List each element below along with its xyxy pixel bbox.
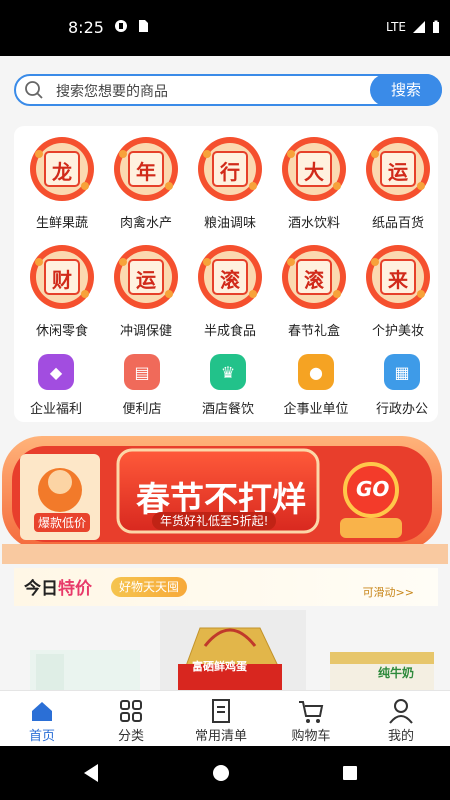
- product-strip: 富硒鲜鸡蛋 纯牛奶: [0, 606, 450, 690]
- category-label: 春节礼盒: [287, 324, 340, 339]
- category-label: 冲调保健: [119, 324, 172, 339]
- product-label-eggs: 富硒鲜鸡蛋: [192, 660, 247, 673]
- service-label: 企业福利: [29, 402, 82, 417]
- category-badge-text: 滚: [304, 268, 324, 292]
- search-input[interactable]: 搜索您想要的商品 搜索: [14, 74, 442, 106]
- service-icon: ▦: [384, 354, 420, 390]
- status-time: 8:25: [68, 18, 104, 37]
- category-grid: 龙生鲜果蔬年肉禽水产行粮油调味大酒水饮料运纸品百货财休闲零食运冲调保健滚半成食品…: [14, 126, 438, 422]
- service-item[interactable]: ▤ 便利店: [94, 354, 190, 417]
- category-item[interactable]: 年肉禽水产: [104, 134, 188, 231]
- category-label: 半成食品: [203, 324, 256, 339]
- banner-go-button[interactable]: GO: [356, 477, 389, 501]
- home-icon: [32, 702, 52, 721]
- sd-card-icon: [139, 20, 148, 32]
- tab-list[interactable]: 常用清单: [176, 691, 266, 747]
- user-icon: [389, 699, 413, 724]
- recents-icon[interactable]: [343, 766, 357, 780]
- search-area: 搜索您想要的商品 搜索: [0, 56, 450, 122]
- category-badge-text: 行: [220, 160, 240, 184]
- service-label: 企事业单位: [283, 402, 349, 417]
- service-label: 便利店: [122, 402, 162, 417]
- tab-user[interactable]: 我的: [356, 691, 446, 747]
- service-label: 行政办公: [375, 402, 428, 417]
- tab-label: 分类: [117, 729, 144, 744]
- service-icon: ♛: [210, 354, 246, 390]
- list-icon: [212, 699, 230, 723]
- service-icon: ◆: [38, 354, 74, 390]
- banner-subtitle: 年货好礼低至5折起!: [152, 512, 277, 530]
- category-badge-text: 滚: [220, 268, 240, 292]
- category-badge-text: 财: [52, 268, 72, 292]
- category-badge-text: 年: [136, 160, 156, 184]
- service-label: 酒店餐饮: [201, 402, 254, 417]
- category-label: 酒水饮料: [287, 216, 340, 231]
- service-item[interactable]: ♛ 酒店餐饮: [180, 354, 276, 417]
- home-nav-icon[interactable]: [213, 765, 229, 781]
- search-placeholder: 搜索您想要的商品: [56, 84, 168, 100]
- network-label: LTE: [386, 20, 406, 34]
- category-item[interactable]: 滚半成食品: [188, 242, 272, 339]
- tab-label: 我的: [387, 729, 414, 744]
- category-item[interactable]: 龙生鲜果蔬: [20, 134, 104, 231]
- category-item[interactable]: 运冲调保健: [104, 242, 188, 339]
- bottom-tab-bar: 首页 分类 常用清单 购物车 我的: [0, 690, 450, 746]
- notification-icon: [115, 20, 127, 32]
- today-deals-header: 今日特价 好物天天囤 可滑动>>: [14, 568, 438, 606]
- category-label: 休闲零食: [35, 324, 88, 339]
- category-badge-text: 运: [136, 268, 156, 292]
- category-label: 粮油调味: [203, 216, 256, 231]
- cart-icon: [299, 701, 324, 723]
- tab-label: 购物车: [291, 729, 331, 744]
- tab-home[interactable]: 首页: [0, 691, 87, 747]
- category-label: 肉禽水产: [119, 216, 172, 231]
- battery-icon: [433, 20, 439, 33]
- system-nav-bar: [0, 746, 450, 800]
- swipe-hint[interactable]: 可滑动>>: [363, 584, 414, 600]
- today-title: 今日特价: [24, 579, 92, 599]
- grid-icon: [120, 700, 142, 722]
- signal-icon: [413, 21, 425, 33]
- service-item[interactable]: ● 企事业单位: [268, 354, 364, 417]
- product-label-milk: 纯牛奶: [378, 666, 415, 680]
- category-badge-text: 龙: [52, 160, 72, 184]
- category-item[interactable]: 财休闲零食: [20, 242, 104, 339]
- service-icon: ▤: [124, 354, 160, 390]
- status-bar: 8:25 LTE: [0, 0, 450, 56]
- category-label: 纸品百货: [371, 216, 424, 231]
- service-icon: ●: [298, 354, 334, 390]
- product-card-eggs[interactable]: [160, 610, 306, 690]
- tab-label: 首页: [28, 729, 55, 744]
- back-icon[interactable]: [84, 764, 98, 782]
- category-item[interactable]: 运纸品百货: [356, 134, 440, 231]
- search-button[interactable]: 搜索: [370, 74, 442, 106]
- tab-cart[interactable]: 购物车: [266, 691, 356, 747]
- category-badge-text: 运: [388, 160, 408, 184]
- service-item[interactable]: ▦ 行政办公: [354, 354, 450, 417]
- service-item[interactable]: ◆ 企业福利: [8, 354, 104, 417]
- tab-grid[interactable]: 分类: [86, 691, 176, 747]
- today-pill: 好物天天囤: [111, 577, 188, 597]
- category-label: 个护美妆: [371, 324, 424, 339]
- category-item[interactable]: 行粮油调味: [188, 134, 272, 231]
- category-item[interactable]: 滚春节礼盒: [272, 242, 356, 339]
- tab-label: 常用清单: [194, 729, 247, 744]
- search-icon: [25, 81, 43, 99]
- category-label: 生鲜果蔬: [35, 216, 88, 231]
- banner-tag: 爆款低价: [34, 513, 91, 532]
- category-item[interactable]: 来个护美妆: [356, 242, 440, 339]
- category-badge-text: 来: [388, 268, 408, 292]
- category-item[interactable]: 大酒水饮料: [272, 134, 356, 231]
- category-badge-text: 大: [304, 160, 324, 184]
- product-card-milk-left[interactable]: [30, 650, 140, 690]
